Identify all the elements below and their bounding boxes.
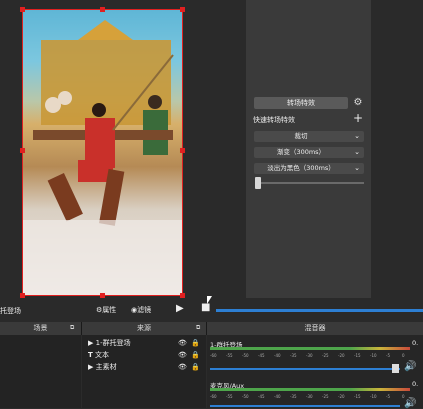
mixer-tick-label: -15	[354, 353, 361, 358]
audio-meter	[210, 388, 410, 391]
resize-handle-top[interactable]	[100, 7, 105, 12]
eye-icon[interactable]: 👁	[178, 361, 187, 373]
source-item[interactable]: ▶ 1-群托登场 👁 🔒	[88, 337, 203, 349]
volume-slider[interactable]	[210, 368, 400, 370]
add-icon[interactable]: +	[353, 111, 363, 125]
resize-handle-right[interactable]	[180, 148, 185, 153]
video-canvas[interactable]	[22, 9, 183, 296]
mixer-tick-label: -5	[386, 394, 390, 399]
mixer-tick-label: 0	[402, 394, 405, 399]
transition-option-fade[interactable]: 渐变（300ms） ⌄	[254, 147, 364, 158]
quick-transitions-label: 快速转场特效	[253, 116, 295, 124]
mixer-tick-label: -40	[274, 353, 281, 358]
chevron-down-icon: ⌄	[354, 148, 360, 156]
mixer-dock-header: 混音器	[207, 322, 423, 335]
dock-float-icon[interactable]: ⧉	[196, 324, 200, 332]
resize-handle-tr[interactable]	[180, 7, 185, 12]
mixer-tick-label: -60	[210, 394, 217, 399]
source-item[interactable]: T 文本 👁 🔒	[88, 349, 203, 361]
canvas-image	[23, 20, 182, 295]
mixer-tick-label: -20	[338, 353, 345, 358]
resize-handle-left[interactable]	[20, 148, 25, 153]
eye-icon[interactable]: 👁	[178, 337, 187, 349]
play-button[interactable]: ▶	[176, 303, 184, 314]
mixer-tick-label: -50	[242, 394, 249, 399]
mixer-tick-label: -45	[258, 353, 265, 358]
resize-handle-tl[interactable]	[20, 7, 25, 12]
current-scene-label: 托登场	[0, 307, 21, 315]
transition-option-fade-black[interactable]: 淡出为黑色（300ms） ⌄	[254, 163, 364, 174]
mixer-channel-value: 0.	[412, 380, 419, 388]
chevron-down-icon: ⌄	[354, 164, 360, 172]
mixer-tick-label: 0	[402, 353, 405, 358]
mixer-tick-label: -35	[290, 353, 297, 358]
mixer-tick-label: -50	[242, 353, 249, 358]
filters-button[interactable]: ◉滤镜	[131, 305, 151, 315]
mouse-cursor	[207, 296, 212, 304]
gear-icon[interactable]: ⚙	[352, 97, 364, 109]
mixer-tick-label: -10	[370, 353, 377, 358]
mixer-tick-label: -40	[274, 394, 281, 399]
lock-icon[interactable]: 🔒	[191, 337, 200, 349]
mixer-tick-label: -35	[290, 394, 297, 399]
speaker-icon[interactable]: 🔊	[404, 398, 416, 409]
play-icon: ▶	[88, 339, 94, 347]
lock-icon[interactable]: 🔒	[191, 349, 200, 361]
lock-icon[interactable]: 🔒	[191, 361, 200, 373]
dock-float-icon[interactable]: ⧉	[70, 324, 74, 332]
mixer-tick-label: -55	[226, 353, 233, 358]
transitions-title: 转场特效	[254, 97, 348, 109]
text-icon: T	[88, 351, 93, 359]
transition-duration-slider[interactable]	[258, 182, 364, 184]
mixer-tick-label: -30	[306, 394, 313, 399]
side-area	[371, 0, 423, 298]
mixer-tick-label: -55	[226, 394, 233, 399]
mixer-tick-label: -30	[306, 353, 313, 358]
properties-button[interactable]: ⚙属性	[96, 305, 116, 315]
mixer-tick-label: -60	[210, 353, 217, 358]
mixer-tick-label: -5	[386, 353, 390, 358]
mixer-tick-label: -25	[322, 394, 329, 399]
speaker-icon[interactable]: 🔊	[404, 361, 416, 372]
slider-thumb[interactable]	[255, 177, 261, 189]
audio-meter	[210, 347, 410, 350]
transition-option-cut[interactable]: 裁切 ⌄	[254, 131, 364, 142]
volume-slider[interactable]	[210, 405, 400, 407]
chevron-down-icon: ⌄	[354, 132, 360, 140]
mixer-tick-label: -15	[354, 394, 361, 399]
volume-thumb[interactable]	[392, 364, 399, 373]
scenes-list	[0, 335, 81, 408]
mixer-tick-label: -45	[258, 394, 265, 399]
mixer-channel-value: 0.	[412, 339, 419, 347]
playback-seek-bar[interactable]	[216, 309, 423, 312]
play-icon: ▶	[88, 363, 94, 371]
sources-dock-header: 来源	[82, 322, 207, 335]
source-item[interactable]: ▶ 主素材 👁 🔒	[88, 361, 203, 373]
eye-icon[interactable]: 👁	[178, 349, 187, 361]
mixer-tick-label: -10	[370, 394, 377, 399]
mixer-tick-label: -25	[322, 353, 329, 358]
mixer-tick-label: -20	[338, 394, 345, 399]
